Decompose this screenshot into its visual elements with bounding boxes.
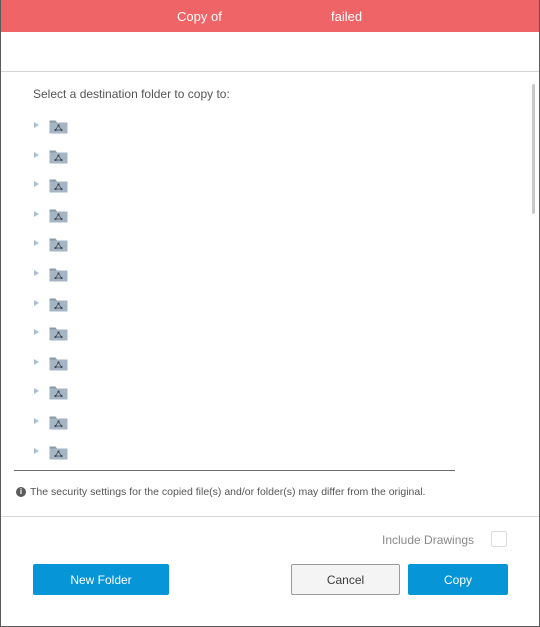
folder-tree-item[interactable] <box>14 324 454 346</box>
cancel-button[interactable]: Cancel <box>291 564 400 595</box>
expand-arrow-icon[interactable] <box>34 181 39 188</box>
shared-folder-icon <box>49 267 68 282</box>
shared-folder-icon <box>49 119 68 134</box>
error-banner: Copy of failed <box>1 0 539 32</box>
tree-scrollbar[interactable] <box>532 84 535 214</box>
folder-tree-item[interactable] <box>14 265 454 287</box>
include-drawings-label: Include Drawings <box>382 533 475 547</box>
shared-folder-icon <box>49 356 68 371</box>
shared-folder-icon <box>49 237 68 252</box>
expand-arrow-icon[interactable] <box>34 299 39 306</box>
folder-tree-item[interactable] <box>14 147 454 169</box>
shared-folder-icon <box>49 178 68 193</box>
expand-arrow-icon[interactable] <box>34 388 39 395</box>
folder-tree-item[interactable] <box>14 443 454 465</box>
shared-folder-icon <box>49 415 68 430</box>
folder-tree-item[interactable] <box>14 295 454 317</box>
footer-divider <box>1 516 539 517</box>
folder-tree[interactable] <box>14 105 534 471</box>
expand-arrow-icon[interactable] <box>34 240 39 247</box>
banner-status: failed <box>331 9 363 24</box>
folder-tree-item[interactable] <box>14 206 454 228</box>
folder-tree-item[interactable] <box>14 413 454 435</box>
expand-arrow-icon[interactable] <box>34 418 39 424</box>
expand-arrow-icon[interactable] <box>34 270 39 276</box>
security-notice: i The security settings for the copied f… <box>16 486 425 498</box>
folder-tree-item[interactable] <box>14 354 454 376</box>
info-icon: i <box>16 487 26 497</box>
destination-prompt: Select a destination folder to copy to: <box>33 87 230 101</box>
copy-dialog: Copy of failed Select a destination fold… <box>0 0 540 627</box>
copy-button[interactable]: Copy <box>408 564 508 595</box>
shared-folder-icon <box>49 326 68 341</box>
dialog-header <box>1 32 539 72</box>
folder-tree-item[interactable] <box>14 235 454 257</box>
expand-arrow-icon[interactable] <box>34 122 39 128</box>
security-notice-text: The security settings for the copied fil… <box>30 486 426 498</box>
shared-folder-icon <box>49 385 68 400</box>
shared-folder-icon <box>49 208 68 223</box>
expand-arrow-icon[interactable] <box>34 329 39 336</box>
shared-folder-icon <box>49 445 68 460</box>
folder-tree-item[interactable] <box>14 176 454 198</box>
new-folder-button[interactable]: New Folder <box>33 564 169 595</box>
folder-tree-item[interactable] <box>14 117 454 139</box>
shared-folder-icon <box>49 149 68 164</box>
banner-copy-of: Copy of <box>177 9 222 24</box>
folder-tree-item[interactable] <box>14 383 454 405</box>
include-drawings-checkbox[interactable] <box>491 531 507 547</box>
tree-divider <box>14 470 455 471</box>
shared-folder-icon <box>49 297 68 312</box>
expand-arrow-icon[interactable] <box>34 210 39 217</box>
expand-arrow-icon[interactable] <box>34 358 39 365</box>
expand-arrow-icon[interactable] <box>34 447 39 454</box>
expand-arrow-icon[interactable] <box>34 151 39 158</box>
